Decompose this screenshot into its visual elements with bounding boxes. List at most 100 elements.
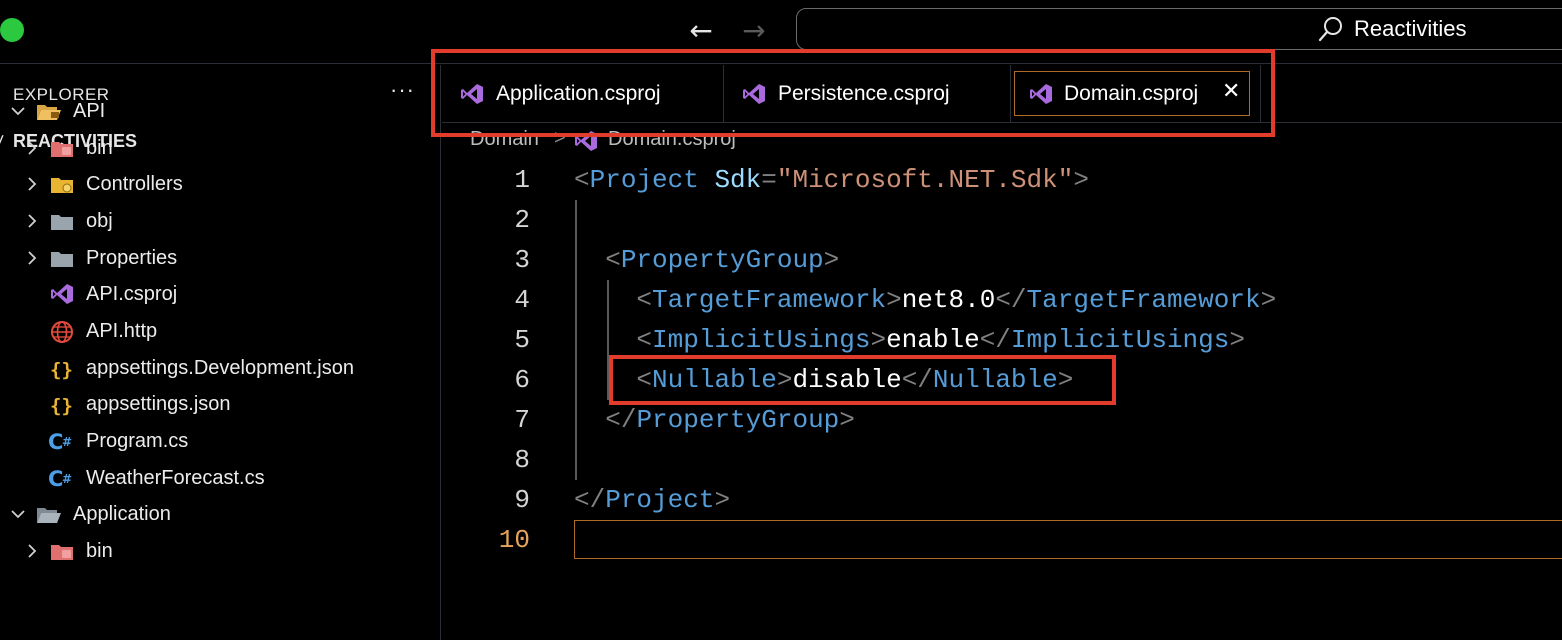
- tree-item-label: Properties: [86, 247, 178, 269]
- csharp-icon: C #: [48, 467, 72, 491]
- tree-item[interactable]: obj: [0, 205, 441, 241]
- folder-controllers-icon: [50, 173, 74, 197]
- chevron-right-icon[interactable]: [22, 211, 42, 231]
- code-line[interactable]: <PropertyGroup>: [574, 245, 839, 275]
- folder-bin-icon: [50, 540, 74, 564]
- csharp-icon: C #: [48, 430, 72, 454]
- chevron-down-icon[interactable]: [8, 101, 28, 121]
- tree-item-label: Program.cs: [86, 430, 189, 452]
- code-line[interactable]: <ImplicitUsings>enable</ImplicitUsings>: [574, 325, 1245, 355]
- folder-open-icon: [36, 503, 61, 527]
- tree-item[interactable]: C # Program.cs: [0, 425, 441, 461]
- tree-item-label: Application: [73, 503, 171, 525]
- folder-icon: [50, 210, 74, 234]
- tree-item[interactable]: Application: [0, 498, 441, 534]
- folder-icon: [50, 247, 74, 271]
- code-token: <: [636, 325, 653, 355]
- line-number: 2: [514, 205, 530, 235]
- svg-text:#: #: [62, 435, 72, 449]
- search-icon: [1317, 15, 1345, 43]
- code-token: </: [995, 285, 1027, 315]
- tree-item-label: API: [73, 100, 106, 122]
- code-token: PropertyGroup: [636, 405, 840, 435]
- tree-item-label: WeatherForecast.cs: [86, 467, 265, 489]
- visual-studio-icon: [50, 283, 74, 307]
- line-number: 8: [514, 445, 530, 475]
- tree-item[interactable]: bin: [0, 535, 441, 571]
- tree-item-label: API.http: [86, 320, 158, 342]
- code-token: ImplicitUsings: [1010, 325, 1230, 355]
- tree-item[interactable]: API.http: [0, 315, 441, 351]
- code-token: >: [1073, 165, 1089, 195]
- code-token: Sdk: [714, 165, 762, 195]
- tree-item[interactable]: Controllers: [0, 168, 441, 204]
- code-token: <: [636, 285, 653, 315]
- code-token: >: [839, 405, 855, 435]
- chevron-right-icon[interactable]: [22, 138, 42, 158]
- globe-icon: [50, 320, 74, 344]
- annotation-box-nullable: [609, 355, 1116, 405]
- svg-text:{}: {}: [50, 395, 73, 417]
- code-token: </: [574, 485, 606, 515]
- window-zoom-button[interactable]: [0, 18, 24, 42]
- code-token: =: [761, 165, 777, 195]
- chevron-right-icon[interactable]: [22, 174, 42, 194]
- line-number: 10: [498, 525, 530, 555]
- tree-item[interactable]: API.csproj: [0, 278, 441, 314]
- tree-item[interactable]: API: [0, 95, 441, 131]
- line-number: 7: [514, 405, 530, 435]
- svg-text:#: #: [62, 472, 72, 486]
- code-token: TargetFramework: [652, 285, 887, 315]
- code-token: net8.0: [901, 285, 996, 315]
- folder-bin-icon: [50, 137, 74, 161]
- code-line[interactable]: <Project Sdk="Microsoft.NET.Sdk">: [574, 165, 1089, 195]
- line-number: 9: [514, 485, 530, 515]
- command-center-label: Reactivities: [1354, 16, 1467, 41]
- tree-item[interactable]: C # WeatherForecast.cs: [0, 462, 441, 498]
- code-line[interactable]: <TargetFramework>net8.0</TargetFramework…: [574, 285, 1276, 315]
- forward-arrow-icon[interactable]: →: [738, 14, 770, 48]
- tree-item-label: bin: [86, 137, 113, 159]
- code-token: "Microsoft.NET.Sdk": [776, 165, 1074, 195]
- code-token: >: [1260, 285, 1277, 315]
- code-token: >: [1229, 325, 1245, 355]
- code-token: >: [714, 485, 731, 515]
- line-number: 3: [514, 245, 530, 275]
- code-token: >: [886, 285, 902, 315]
- code-token: Project: [605, 485, 715, 515]
- tree-item-label: Controllers: [86, 173, 183, 195]
- tree-item-label: obj: [86, 210, 113, 232]
- code-token: enable: [886, 325, 980, 355]
- tree-item[interactable]: Properties: [0, 242, 441, 278]
- tree-item-label: appsettings.Development.json: [86, 357, 354, 379]
- tree-item[interactable]: bin: [0, 132, 441, 168]
- code-token: <: [605, 245, 621, 275]
- code-line[interactable]: </Project>: [574, 485, 730, 515]
- chevron-down-icon[interactable]: [8, 504, 28, 524]
- command-center-search[interactable]: Reactivities: [796, 8, 1562, 50]
- line-number: 4: [514, 285, 530, 315]
- tree-item[interactable]: {} appsettings.json: [0, 388, 441, 424]
- code-token: >: [823, 245, 840, 275]
- line-number: 5: [514, 325, 530, 355]
- tree-item-label: bin: [86, 540, 113, 562]
- code-token: >: [870, 325, 887, 355]
- code-token: </: [605, 405, 637, 435]
- chevron-right-icon[interactable]: [22, 541, 42, 561]
- code-token: ImplicitUsings: [652, 325, 871, 355]
- code-token: <: [574, 165, 590, 195]
- back-arrow-icon[interactable]: ←: [685, 14, 717, 48]
- svg-text:{}: {}: [50, 359, 73, 381]
- line-number: 6: [514, 365, 530, 395]
- current-line-highlight: [574, 520, 1562, 559]
- chevron-right-icon[interactable]: [22, 248, 42, 268]
- tree-item[interactable]: {} appsettings.Development.json: [0, 352, 441, 388]
- tree-item-label: appsettings.json: [86, 393, 231, 415]
- code-token: PropertyGroup: [620, 245, 824, 275]
- json-braces-icon: {}: [50, 393, 74, 417]
- code-line[interactable]: </PropertyGroup>: [574, 405, 855, 435]
- annotation-box-tabs: [431, 49, 1275, 137]
